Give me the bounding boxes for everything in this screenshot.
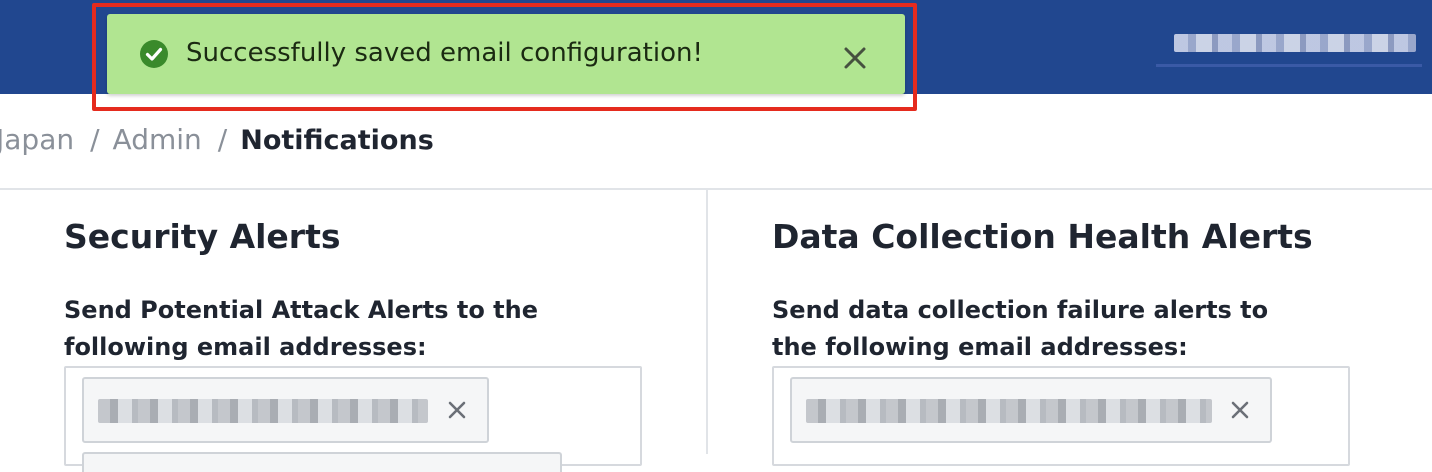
breadcrumb-item-admin[interactable]: Admin bbox=[113, 123, 202, 156]
email-chip bbox=[82, 377, 489, 443]
data-collection-alerts-label: Send data collection failure alerts to t… bbox=[772, 296, 1269, 361]
redacted-user-name bbox=[1174, 34, 1416, 52]
redacted-email bbox=[806, 399, 1212, 423]
security-email-input[interactable] bbox=[64, 366, 642, 472]
security-alerts-label: Send Potential Attack Alerts to the foll… bbox=[64, 296, 539, 361]
remove-email-icon[interactable] bbox=[1229, 399, 1251, 421]
breadcrumb-divider bbox=[0, 188, 1432, 190]
breadcrumb-separator: / bbox=[90, 123, 100, 156]
data-collection-alerts-title: Data Collection Health Alerts bbox=[772, 217, 1313, 256]
email-chip bbox=[82, 452, 562, 472]
remove-email-icon[interactable] bbox=[446, 399, 468, 421]
breadcrumb: Japan / Admin / Notifications bbox=[0, 120, 434, 160]
breadcrumb-item-japan[interactable]: Japan bbox=[0, 123, 74, 156]
user-menu-underline bbox=[1156, 64, 1422, 67]
user-menu[interactable] bbox=[1156, 24, 1422, 68]
page-title: Notifications bbox=[240, 125, 434, 156]
breadcrumb-separator: / bbox=[217, 123, 228, 156]
redacted-email bbox=[98, 399, 428, 423]
panel-divider bbox=[706, 190, 708, 454]
data-collection-email-input[interactable] bbox=[772, 366, 1350, 466]
security-alerts-title: Security Alerts bbox=[64, 217, 341, 256]
email-chip bbox=[790, 377, 1272, 443]
annotation-highlight-box bbox=[92, 3, 917, 111]
